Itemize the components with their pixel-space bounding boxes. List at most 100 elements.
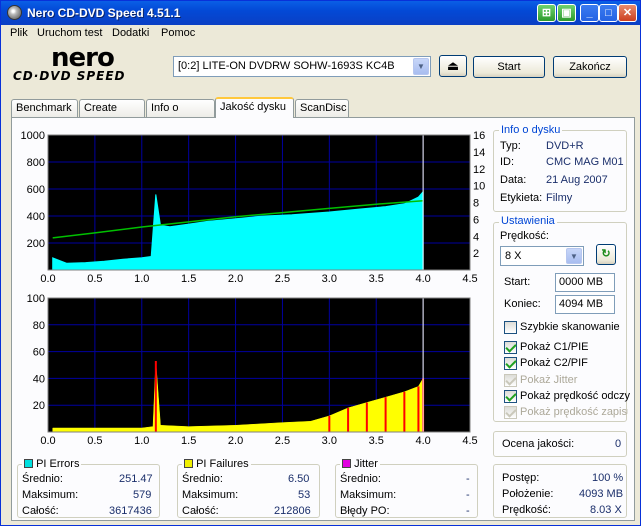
tab-disc-info[interactable]: Info o dysku (146, 99, 215, 131)
current-speed-label: Prędkość: (502, 504, 551, 516)
menu-dodatki[interactable]: Dodatki (112, 27, 149, 39)
show-read-speed-checkbox[interactable] (504, 390, 517, 403)
title-bar[interactable]: Nero CD-DVD Speed 4.51.1 ⊞ ▣ _ □ ✕ (1, 1, 640, 25)
pie-y-tick-label: 200 (27, 238, 45, 250)
chevron-down-icon[interactable]: ▼ (566, 248, 582, 264)
disc-quality-panel: 0.0 0.5 1.0 1.5 2.0 2.5 3.0 3.5 4.0 4.5 1000 800 600… (11, 117, 635, 521)
speed-y-tick-label: 4 (473, 231, 479, 243)
screenshot-icon[interactable]: ▣ (557, 4, 576, 22)
jitter-max-value: - (466, 489, 470, 501)
pif-x-tick-label: 2.0 (228, 435, 243, 447)
quick-scan-checkbox[interactable] (504, 321, 517, 334)
speed-y-tick-label: 10 (473, 181, 485, 193)
window-title: Nero CD-DVD Speed 4.51.1 (27, 6, 181, 20)
pi-failures-legend-swatch (184, 459, 193, 468)
show-write-speed-checkbox (504, 406, 517, 419)
show-jitter-label: Pokaż Jitter (520, 374, 578, 386)
speed-y-tick-label: 2 (473, 248, 479, 260)
drive-select[interactable]: [0:2] LITE-ON DVDRW SOHW-1693S KC4B ▼ (173, 56, 431, 77)
disc-info-title: Info o dysku (499, 124, 563, 136)
pie-total-label: Całość: (22, 505, 59, 517)
show-pie-checkbox[interactable] (504, 341, 517, 354)
pif-y-tick-label: 40 (33, 373, 45, 385)
pif-y-tick-label: 20 (33, 400, 45, 412)
disc-date-value: 21 Aug 2007 (546, 174, 608, 186)
start-input[interactable]: 0000 MB (555, 273, 615, 292)
end-label: Koniec: (504, 298, 541, 310)
disc-label-label: Etykieta: (500, 192, 543, 204)
progress-label: Postęp: (502, 472, 540, 484)
pif-x-tick-label: 3.0 (322, 435, 337, 447)
jitter-title: Jitter (340, 458, 380, 470)
start-label: Start: (504, 276, 531, 288)
refresh-speed-button[interactable]: ↻ (596, 244, 616, 265)
pif-avg-value: 6.50 (288, 473, 310, 485)
progress-value: 100 % (592, 472, 624, 484)
pie-y-tick-label: 600 (27, 184, 45, 196)
po-errors-value: - (466, 505, 470, 517)
speed-select-value: 8 X (505, 250, 522, 262)
exit-button[interactable]: Zakończ (553, 56, 627, 78)
pie-y-tick-label: 800 (27, 157, 45, 169)
pie-total-value: 3617436 (109, 505, 152, 517)
tab-benchmark[interactable]: Benchmark (11, 99, 78, 118)
po-errors-label: Błędy PO: (340, 505, 390, 517)
menu-uruchom-test[interactable]: Uruchom test (37, 27, 102, 39)
menu-plik[interactable]: Plik (10, 27, 28, 39)
start-button[interactable]: Start (473, 56, 545, 78)
pif-x-tick-label: 3.5 (369, 435, 384, 447)
current-speed-value: 8.03 X (590, 504, 622, 516)
jitter-avg-value: - (466, 473, 470, 485)
end-input[interactable]: 4094 MB (555, 295, 615, 314)
speed-y-tick-label: 16 (473, 130, 485, 142)
jitter-max-label: Maksimum: (340, 489, 397, 501)
pie-x-tick-label: 4.0 (415, 273, 430, 285)
logo-cdspeed-text: CD·DVD SPEED (13, 69, 126, 83)
show-pie-label: Pokaż C1/PIE (520, 341, 589, 353)
chevron-down-icon[interactable]: ▼ (413, 58, 429, 75)
pi-errors-title-text: PI Errors (36, 458, 80, 470)
tray-icon[interactable]: ⊞ (537, 4, 556, 22)
pie-y-tick-label: 400 (27, 211, 45, 223)
pif-total-value: 212806 (274, 505, 311, 517)
disc-id-label: ID: (500, 156, 515, 168)
pif-x-tick-label: 1.0 (134, 435, 149, 447)
show-pif-checkbox[interactable] (504, 357, 517, 370)
pie-x-tick-label: 1.0 (134, 273, 149, 285)
pie-x-tick-label: 1.5 (181, 273, 196, 285)
maximize-button[interactable]: □ (599, 4, 618, 22)
pif-x-tick-label: 1.5 (181, 435, 196, 447)
position-value: 4093 MB (579, 488, 624, 500)
app-window: Nero CD-DVD Speed 4.51.1 ⊞ ▣ _ □ ✕ Plik … (0, 0, 641, 526)
menu-pomoc[interactable]: Pomoc (161, 27, 195, 39)
eject-icon: ⏏ (446, 58, 460, 73)
jitter-title-text: Jitter (354, 458, 378, 470)
quality-score-label: Ocena jakości: (502, 438, 575, 450)
pie-x-tick-label: 2.5 (275, 273, 290, 285)
pif-y-tick-label: 60 (33, 347, 45, 359)
eject-button[interactable]: ⏏ (439, 55, 467, 77)
speed-y-tick-label: 6 (473, 214, 479, 226)
pi-failures-title: PI Failures (182, 458, 251, 470)
pif-avg-label: Średnio: (182, 473, 223, 485)
close-button[interactable]: ✕ (618, 4, 637, 22)
tab-scandisc[interactable]: ScanDisc (295, 99, 349, 118)
minimize-button[interactable]: _ (580, 4, 599, 22)
pie-x-tick-label: 3.5 (369, 273, 384, 285)
pif-x-tick-label: 0.5 (87, 435, 102, 447)
speed-select[interactable]: 8 X ▼ (500, 246, 584, 266)
disc-type-label: Typ: (500, 140, 521, 152)
pie-avg-value: 251.47 (119, 473, 153, 485)
disc-label-value: Filmy (546, 192, 573, 204)
pi-errors-legend-swatch (24, 459, 33, 468)
tab-disc-quality[interactable]: Jakość dysku (215, 97, 294, 118)
pie-x-tick-label: 0.0 (40, 273, 55, 285)
pif-y-tick-label: 100 (27, 293, 45, 305)
pie-y-tick-label: 1000 (21, 130, 45, 142)
pie-avg-label: Średnio: (22, 473, 63, 485)
pif-total-label: Całość: (182, 505, 219, 517)
pif-x-tick-label: 4.0 (415, 435, 430, 447)
disc-type-value: DVD+R (546, 140, 584, 152)
tab-create-disc[interactable]: Create Disc (79, 99, 145, 131)
show-jitter-checkbox (504, 374, 517, 387)
